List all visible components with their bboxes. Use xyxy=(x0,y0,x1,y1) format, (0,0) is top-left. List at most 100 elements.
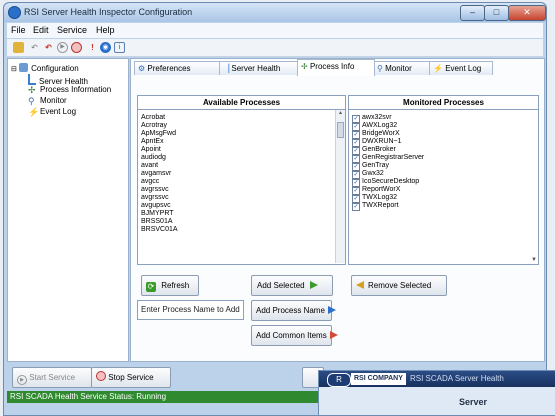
available-process-item[interactable]: Apoint xyxy=(138,146,345,154)
close-button[interactable]: ✕ xyxy=(508,5,546,21)
minimize-button[interactable]: – xyxy=(460,5,485,21)
lightning-icon: ⚡ xyxy=(433,64,443,73)
tab-server-health[interactable]: ▕ Server Health xyxy=(219,61,299,75)
available-processes-list[interactable]: Available Processes Acrobat Acrotray ApMsg… xyxy=(137,95,346,265)
add-process-name-button[interactable]: Add Process Name xyxy=(251,300,336,321)
tree-item-monitor[interactable]: ⚲ Monitor xyxy=(28,96,128,107)
monitored-process-label: DWXRUN~1 xyxy=(362,138,402,145)
monitored-process-label: TWXLog32 xyxy=(362,194,398,201)
tree-item-process-information[interactable]: ✢ Process Information xyxy=(28,85,128,96)
service-icon[interactable]: ◉ xyxy=(100,42,111,53)
tree-item-event-log[interactable]: ⚡Event Log xyxy=(28,107,128,118)
monitored-process-item[interactable]: ✓ ReportWorX xyxy=(349,186,538,195)
tab-label: Event Log xyxy=(445,64,482,73)
tab-preferences[interactable]: ⚙ Preferences xyxy=(134,61,220,75)
add-process-name-label: Add Process Name xyxy=(256,306,325,315)
monitored-process-item[interactable]: ✓ awx32svr xyxy=(349,114,538,123)
monitored-processes-header: Monitored Processes xyxy=(349,96,538,110)
process-name-input[interactable]: Enter Process Name to Add xyxy=(137,300,244,320)
arrow-right-blue-icon xyxy=(327,306,336,314)
add-selected-label: Add Selected xyxy=(257,281,305,290)
monitored-process-item[interactable]: ✓ TWXReport xyxy=(349,202,538,211)
undo-icon[interactable]: ↶ xyxy=(29,42,40,53)
available-process-item[interactable]: avgrssvc xyxy=(138,194,345,202)
monitored-process-item[interactable]: ✓ GenTray xyxy=(349,162,538,171)
config-tree: ⊟ Configuration Server Health ✢ Process I… xyxy=(7,58,129,362)
monitored-process-label: IcoSecureDesktop xyxy=(362,178,420,185)
health-icon xyxy=(28,74,36,85)
available-process-item[interactable]: avgrssvc xyxy=(138,186,345,194)
main-window: RSI Server Health Inspector Configuratio… xyxy=(3,2,547,416)
tab-monitor[interactable]: ⚲ Monitor xyxy=(373,61,433,75)
add-selected-button[interactable]: Add Selected xyxy=(251,275,333,296)
back-icon[interactable]: ↶ xyxy=(43,42,54,53)
window-title: RSI Server Health Inspector Configuratio… xyxy=(24,7,193,17)
tab-label: Monitor xyxy=(385,64,412,73)
refresh-button[interactable]: ⟳ Refresh xyxy=(141,275,199,296)
scroll-down-icon[interactable]: ▼ xyxy=(531,257,537,263)
add-common-items-label: Add Common Items xyxy=(256,331,327,340)
alert-icon[interactable]: ! xyxy=(87,42,98,53)
stop-service-button[interactable]: Stop Service xyxy=(91,367,171,388)
monitored-process-item[interactable]: ✓ AWXLog32 xyxy=(349,122,538,131)
monitored-process-item[interactable]: ✓ GenRegistrarServer xyxy=(349,154,538,163)
checkbox-icon[interactable]: ✓ xyxy=(352,203,360,211)
add-common-items-button[interactable]: Add Common Items xyxy=(251,325,338,346)
stop-icon[interactable] xyxy=(71,42,82,53)
available-process-item[interactable]: BRSS01A xyxy=(138,218,345,226)
available-process-item[interactable]: avgcc xyxy=(138,178,345,186)
menu-service[interactable]: Service xyxy=(57,25,87,35)
tree-item-label: Monitor xyxy=(40,96,67,105)
start-service-button[interactable]: ▶ Start Service xyxy=(12,367,92,388)
tree-item-label: Process Information xyxy=(40,85,112,94)
menu-file[interactable]: File xyxy=(11,25,26,35)
tree-root-label: Configuration xyxy=(31,64,79,73)
scada-title-bar: R RSI COMPANY RSI SCADA Server Health xyxy=(319,371,555,387)
available-process-item[interactable]: avgupsvc xyxy=(138,202,345,210)
available-process-item[interactable]: avant xyxy=(138,162,345,170)
remove-selected-button[interactable]: Remove Selected xyxy=(351,275,447,296)
tab-process-info[interactable]: ✢ Process Info xyxy=(297,59,375,76)
monitored-process-item[interactable]: ✓ BridgeWorX xyxy=(349,130,538,139)
available-process-item[interactable]: avgamsvr xyxy=(138,170,345,178)
monitored-process-item[interactable]: ✓ GenBroker xyxy=(349,146,538,155)
monitored-process-item[interactable]: ✓ Gwx32 xyxy=(349,170,538,179)
tab-event-log[interactable]: ⚡ Event Log xyxy=(429,61,493,75)
monitored-process-item[interactable]: ✓ TWXLog32 xyxy=(349,194,538,203)
refresh-label: Refresh xyxy=(161,281,190,290)
arrow-left-yellow-icon xyxy=(356,281,364,289)
play-icon[interactable]: ▶ xyxy=(57,42,68,53)
available-process-item[interactable]: audiodg xyxy=(138,154,345,162)
monitored-process-label: GenBroker xyxy=(362,146,396,153)
arrow-right-red-icon xyxy=(329,331,338,339)
scroll-up-icon[interactable]: ▲ xyxy=(336,110,345,116)
available-process-item[interactable]: ApMsgFwd xyxy=(138,130,345,138)
collapse-icon[interactable]: ⊟ xyxy=(11,66,17,73)
toolbar: ↶ ↶ ▶ ! ◉ i xyxy=(7,39,543,57)
available-process-item[interactable]: ApntEx xyxy=(138,138,345,146)
scrollbar[interactable]: ▲ xyxy=(335,110,345,263)
menu-help[interactable]: Help xyxy=(96,25,115,35)
monitored-process-label: ReportWorX xyxy=(362,186,401,193)
monitored-process-item[interactable]: ✓ DWXRUN~1 xyxy=(349,138,538,147)
scroll-thumb[interactable] xyxy=(337,122,344,138)
health-icon: ▕ xyxy=(223,64,230,73)
run-icon[interactable] xyxy=(13,42,24,53)
company-name: RSI COMPANY xyxy=(351,373,406,385)
preferences-icon: ⚙ xyxy=(138,64,146,73)
monitored-process-item[interactable]: ✓ IcoSecureDesktop xyxy=(349,178,538,187)
available-process-item[interactable]: Acrotray xyxy=(138,122,345,130)
maximize-button[interactable]: □ xyxy=(484,5,509,21)
monitored-processes-list[interactable]: Monitored Processes ✓ awx32svr ✓ AWXLog32 ✓ B… xyxy=(348,95,539,265)
tree-item-server-health[interactable]: Server Health xyxy=(28,74,128,86)
title-bar[interactable]: RSI Server Health Inspector Configuratio… xyxy=(4,3,546,22)
available-process-item[interactable]: BJMYPRT xyxy=(138,210,345,218)
monitored-process-label: BridgeWorX xyxy=(362,130,400,137)
tree-root[interactable]: ⊟ Configuration xyxy=(11,63,128,74)
about-icon[interactable]: i xyxy=(114,42,125,53)
available-process-item[interactable]: Acrobat xyxy=(138,114,345,122)
available-process-item[interactable]: BRSVC01A xyxy=(138,226,345,234)
scada-server-health-window[interactable]: R RSI COMPANY RSI SCADA Server Health Se… xyxy=(318,370,555,416)
menu-edit[interactable]: Edit xyxy=(33,25,49,35)
arrow-right-green-icon xyxy=(309,281,318,289)
